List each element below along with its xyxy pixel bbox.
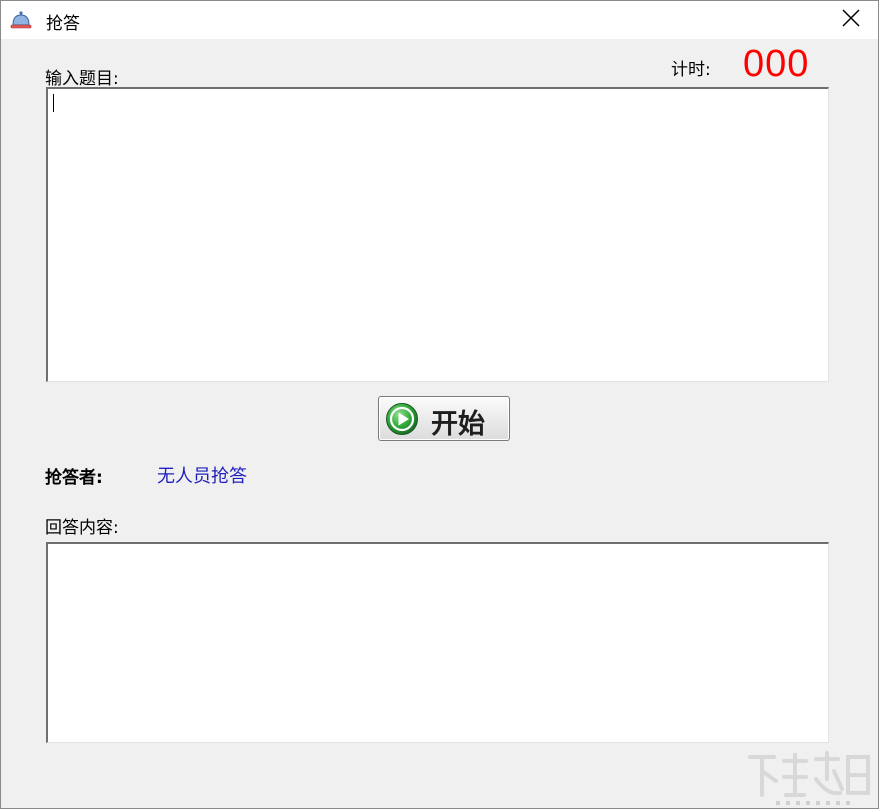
answer-label: 回答内容: xyxy=(45,518,119,538)
timer-value: 000 xyxy=(743,43,810,85)
question-input[interactable] xyxy=(46,87,829,382)
responder-value: 无人员抢答 xyxy=(157,466,247,487)
window-title: 抢答 xyxy=(46,14,80,34)
start-button-label: 开始 xyxy=(431,409,485,440)
timer-label: 计时: xyxy=(671,60,711,80)
close-icon xyxy=(841,9,860,31)
start-button[interactable]: 开始 xyxy=(378,396,510,441)
text-caret xyxy=(53,94,54,112)
close-button[interactable] xyxy=(823,1,878,39)
watermark-logo xyxy=(746,749,871,807)
title-bar: 抢答 xyxy=(1,1,878,39)
quiz-window: 抢答 输入题目: 计时: 000 开始 抢答者: 无人员抢答 回答内容: xyxy=(0,0,879,809)
bell-icon xyxy=(10,10,32,30)
question-label: 输入题目: xyxy=(45,69,119,89)
answer-textarea[interactable] xyxy=(46,542,829,743)
responder-label: 抢答者: xyxy=(45,468,103,488)
play-icon xyxy=(385,402,419,436)
